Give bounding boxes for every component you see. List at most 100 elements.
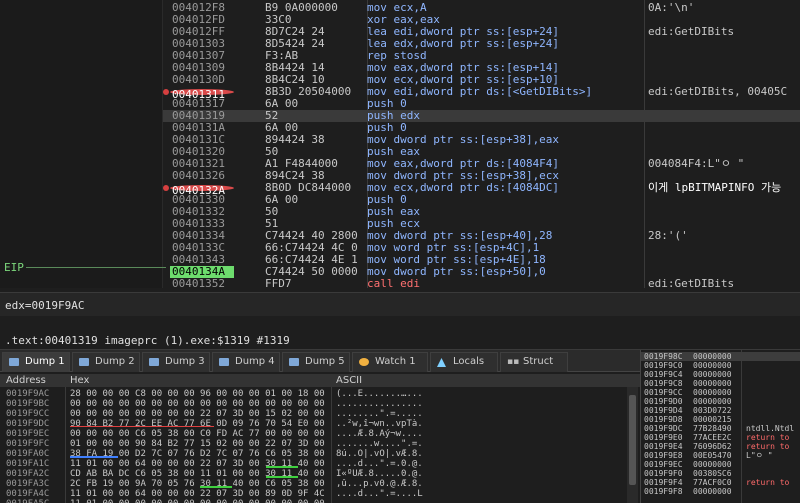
- breakpoint-icon[interactable]: [163, 185, 169, 191]
- dump-scrollbar[interactable]: [627, 387, 638, 503]
- dump-row[interactable]: 0019FA3C 2C FB 19 00 9A 70 05 76 30 11 40…: [0, 479, 640, 489]
- disasm-row[interactable]: 00401303 8D5424 24 lea edx,dword ptr ss:[e…: [163, 38, 800, 50]
- tab-dump-1[interactable]: Dump 1: [2, 352, 70, 372]
- disasm-row[interactable]: 00401311 8B3D 20504000 mov edi,dword ptr d…: [163, 86, 800, 101]
- memory-dump-view[interactable]: Address Hex ASCII 0019F9AC 28 00 00 00 C8…: [0, 372, 640, 503]
- stack-row[interactable]: 0019F9DC 77B28490 ntdll.Ntdl: [641, 424, 800, 433]
- disasm-row[interactable]: 00401332 50 push eax: [163, 206, 800, 218]
- dump-ascii: ................: [336, 399, 423, 409]
- dump-row[interactable]: 0019F9CC 00 00 00 00 00 00 00 00 22 07 3D…: [0, 409, 640, 419]
- disasm-row[interactable]: 004012F8 B9 0A000000 mov ecx,A 0A:'\n': [163, 2, 800, 14]
- disasm-row[interactable]: 00401334 C74424 40 2800 mov dword ptr ss:[…: [163, 230, 800, 242]
- dump-tab-bar: Dump 1 Dump 2 Dump 3 Dump 4 Dump 5 Watch 1 Loc…: [0, 350, 640, 372]
- disasm-bytes: 8B4424 14: [265, 62, 325, 74]
- stack-row[interactable]: 0019F9D0 00000000: [641, 397, 800, 406]
- disasm-row[interactable]: 00401307 F3:AB rep stosd: [163, 50, 800, 62]
- breakpoint-slot[interactable]: [163, 125, 169, 131]
- disasm-instruction: push 0: [367, 122, 407, 134]
- breakpoint-slot[interactable]: [163, 269, 169, 275]
- breakpoint-slot[interactable]: [163, 137, 169, 143]
- disassembly-view[interactable]: EIP 004012F8 B9 0A000000 mov ecx,A 0A:'\n' 0…: [0, 0, 800, 288]
- dump-row[interactable]: 0019FA1C 11 01 00 00 64 00 00 00 22 07 3D…: [0, 459, 640, 469]
- dump-row[interactable]: 0019FA4C 11 01 00 00 64 00 00 00 22 07 3D…: [0, 489, 640, 499]
- disasm-instruction: rep stosd: [367, 50, 427, 62]
- stack-row[interactable]: 0019F9F0 00380SC6: [641, 469, 800, 478]
- disasm-row[interactable]: 00401317 6A 00 push 0: [163, 98, 800, 110]
- breakpoint-slot[interactable]: [163, 65, 169, 71]
- dump-row[interactable]: 0019F9DC 90 84 B2 77 2C EE AC 77 6E 0D 09…: [0, 419, 640, 429]
- disasm-row[interactable]: 004012FD 33C0 xor eax,eax: [163, 14, 800, 26]
- breakpoint-slot[interactable]: [163, 197, 169, 203]
- disasm-row[interactable]: 00401352 FFD7 call edi edi:GetDIBits: [163, 278, 800, 289]
- breakpoint-slot[interactable]: [163, 101, 169, 107]
- tab-watch-1[interactable]: Watch 1: [352, 352, 428, 372]
- disasm-instruction: push 0: [367, 194, 407, 206]
- dump-ascii: (...È.......…...: [336, 389, 423, 399]
- dump-row[interactable]: 0019F9AC 28 00 00 00 C8 00 00 00 96 00 00…: [0, 389, 640, 399]
- disasm-row[interactable]: 00401343 66:C74424 4E 1 mov word ptr ss:[e…: [163, 254, 800, 266]
- tab-dump-5[interactable]: Dump 5: [282, 352, 350, 372]
- breakpoint-slot[interactable]: [163, 161, 169, 167]
- breakpoint-slot[interactable]: [163, 5, 169, 11]
- breakpoint-slot[interactable]: [163, 209, 169, 215]
- breakpoint-slot[interactable]: [163, 149, 169, 155]
- breakpoint-slot[interactable]: [163, 41, 169, 47]
- stack-row[interactable]: 0019F9C4 00000000: [641, 370, 800, 379]
- dump-row[interactable]: 0019F9EC 00 00 00 00 C6 05 38 00 C0 FD AC…: [0, 429, 640, 439]
- stack-row[interactable]: 0019F9D8 00000215: [641, 415, 800, 424]
- disasm-row[interactable]: 00401309 8B4424 14 mov eax,dword ptr ss:[e…: [163, 62, 800, 74]
- disasm-row[interactable]: 004012FF 8D7C24 24 lea edi,dword ptr ss:[e…: [163, 26, 800, 38]
- disasm-row[interactable]: 0040134A C74424 50 0000 mov dword ptr ss:[…: [163, 266, 800, 278]
- stack-row[interactable]: 0019F9E8 00E05470 L"ㅇ ": [641, 451, 800, 460]
- stack-row[interactable]: 0019F9EC 00000000: [641, 460, 800, 469]
- stack-row[interactable]: 0019F9E4 76096D62 return to: [641, 442, 800, 451]
- breakpoint-icon[interactable]: [163, 89, 169, 95]
- tab-dump-4[interactable]: Dump 4: [212, 352, 280, 372]
- stack-view[interactable]: 0019F98C 00000000 0019F9C0 00000000 0019F9C4…: [640, 350, 800, 503]
- breakpoint-slot[interactable]: [163, 245, 169, 251]
- tab-dump-2[interactable]: Dump 2: [72, 352, 140, 372]
- stack-row[interactable]: 0019F9C0 00000000: [641, 361, 800, 370]
- tab-struct[interactable]: ▪▪ Struct: [500, 352, 568, 372]
- disasm-row[interactable]: 00401320 50 push eax: [163, 146, 800, 158]
- stack-row[interactable]: 0019F9D4 003D0722: [641, 406, 800, 415]
- breakpoint-slot[interactable]: [163, 29, 169, 35]
- breakpoint-slot[interactable]: [163, 221, 169, 227]
- stack-row[interactable]: 0019F98C 00000000: [641, 352, 800, 361]
- disasm-row[interactable]: 0040131C 894424 38 mov dword ptr ss:[esp+3…: [163, 134, 800, 146]
- stack-row[interactable]: 0019F9F8 00000000: [641, 487, 800, 496]
- dump-ascii: ....d...".=.0.@.: [336, 459, 423, 469]
- dump-red-underline: [70, 426, 118, 427]
- disasm-row[interactable]: 0040133C 66:C74424 4C 0 mov word ptr ss:[e…: [163, 242, 800, 254]
- dump-row[interactable]: 0019F9BC 00 00 00 00 00 00 00 00 00 00 00…: [0, 399, 640, 409]
- disasm-row[interactable]: 00401319 52 push edx: [163, 110, 800, 122]
- dump-scrollbar-thumb[interactable]: [629, 395, 636, 485]
- stack-row[interactable]: 0019F9CC 00000000: [641, 388, 800, 397]
- breakpoint-slot[interactable]: [163, 53, 169, 59]
- stack-row[interactable]: 0019F9C8 00000000: [641, 379, 800, 388]
- tab-locals[interactable]: Locals: [430, 352, 498, 372]
- stack-row[interactable]: 0019F9E0 77ACEE2C return to: [641, 433, 800, 442]
- disasm-row[interactable]: 00401321 A1 F4844000 mov eax,dword ptr ds:…: [163, 158, 800, 170]
- dump-row[interactable]: 0019FA2C CD AB BA DC C6 05 38 00 11 01 00…: [0, 469, 640, 479]
- breakpoint-slot[interactable]: [163, 233, 169, 239]
- breakpoint-slot[interactable]: [163, 77, 169, 83]
- dump-row[interactable]: 0019FA5C 11 01 00 00 00 00 00 00 00 00 00…: [0, 499, 640, 503]
- dump-row[interactable]: 0019F9FC 01 00 00 00 90 84 B2 77 15 02 00…: [0, 439, 640, 449]
- breakpoint-slot[interactable]: [163, 113, 169, 119]
- disasm-row[interactable]: 00401330 6A 00 push 0: [163, 194, 800, 206]
- breakpoint-slot[interactable]: [163, 257, 169, 263]
- disasm-bytes: 894424 38: [265, 134, 325, 146]
- disasm-row[interactable]: 00401333 51 push ecx: [163, 218, 800, 230]
- tab-dump-3[interactable]: Dump 3: [142, 352, 210, 372]
- breakpoint-slot[interactable]: [163, 17, 169, 23]
- disasm-row[interactable]: 0040132A 8B0D DC844000 mov ecx,dword ptr d…: [163, 182, 800, 197]
- disasm-row[interactable]: 0040131A 6A 00 push 0: [163, 122, 800, 134]
- dump-hex: 00 00 00 00 00 00 00 00 00 00 00 00 00 0…: [70, 399, 325, 409]
- stack-row[interactable]: 0019F9F4 77ACF0C0 return to: [641, 478, 800, 487]
- disasm-row[interactable]: 00401326 894C24 38 mov dword ptr ss:[esp+3…: [163, 170, 800, 182]
- breakpoint-slot[interactable]: [163, 281, 169, 287]
- breakpoint-slot[interactable]: [163, 173, 169, 179]
- disasm-row[interactable]: 0040130D 8B4C24 10 mov ecx,dword ptr ss:[e…: [163, 74, 800, 86]
- disasm-instruction: xor eax,eax: [367, 14, 440, 26]
